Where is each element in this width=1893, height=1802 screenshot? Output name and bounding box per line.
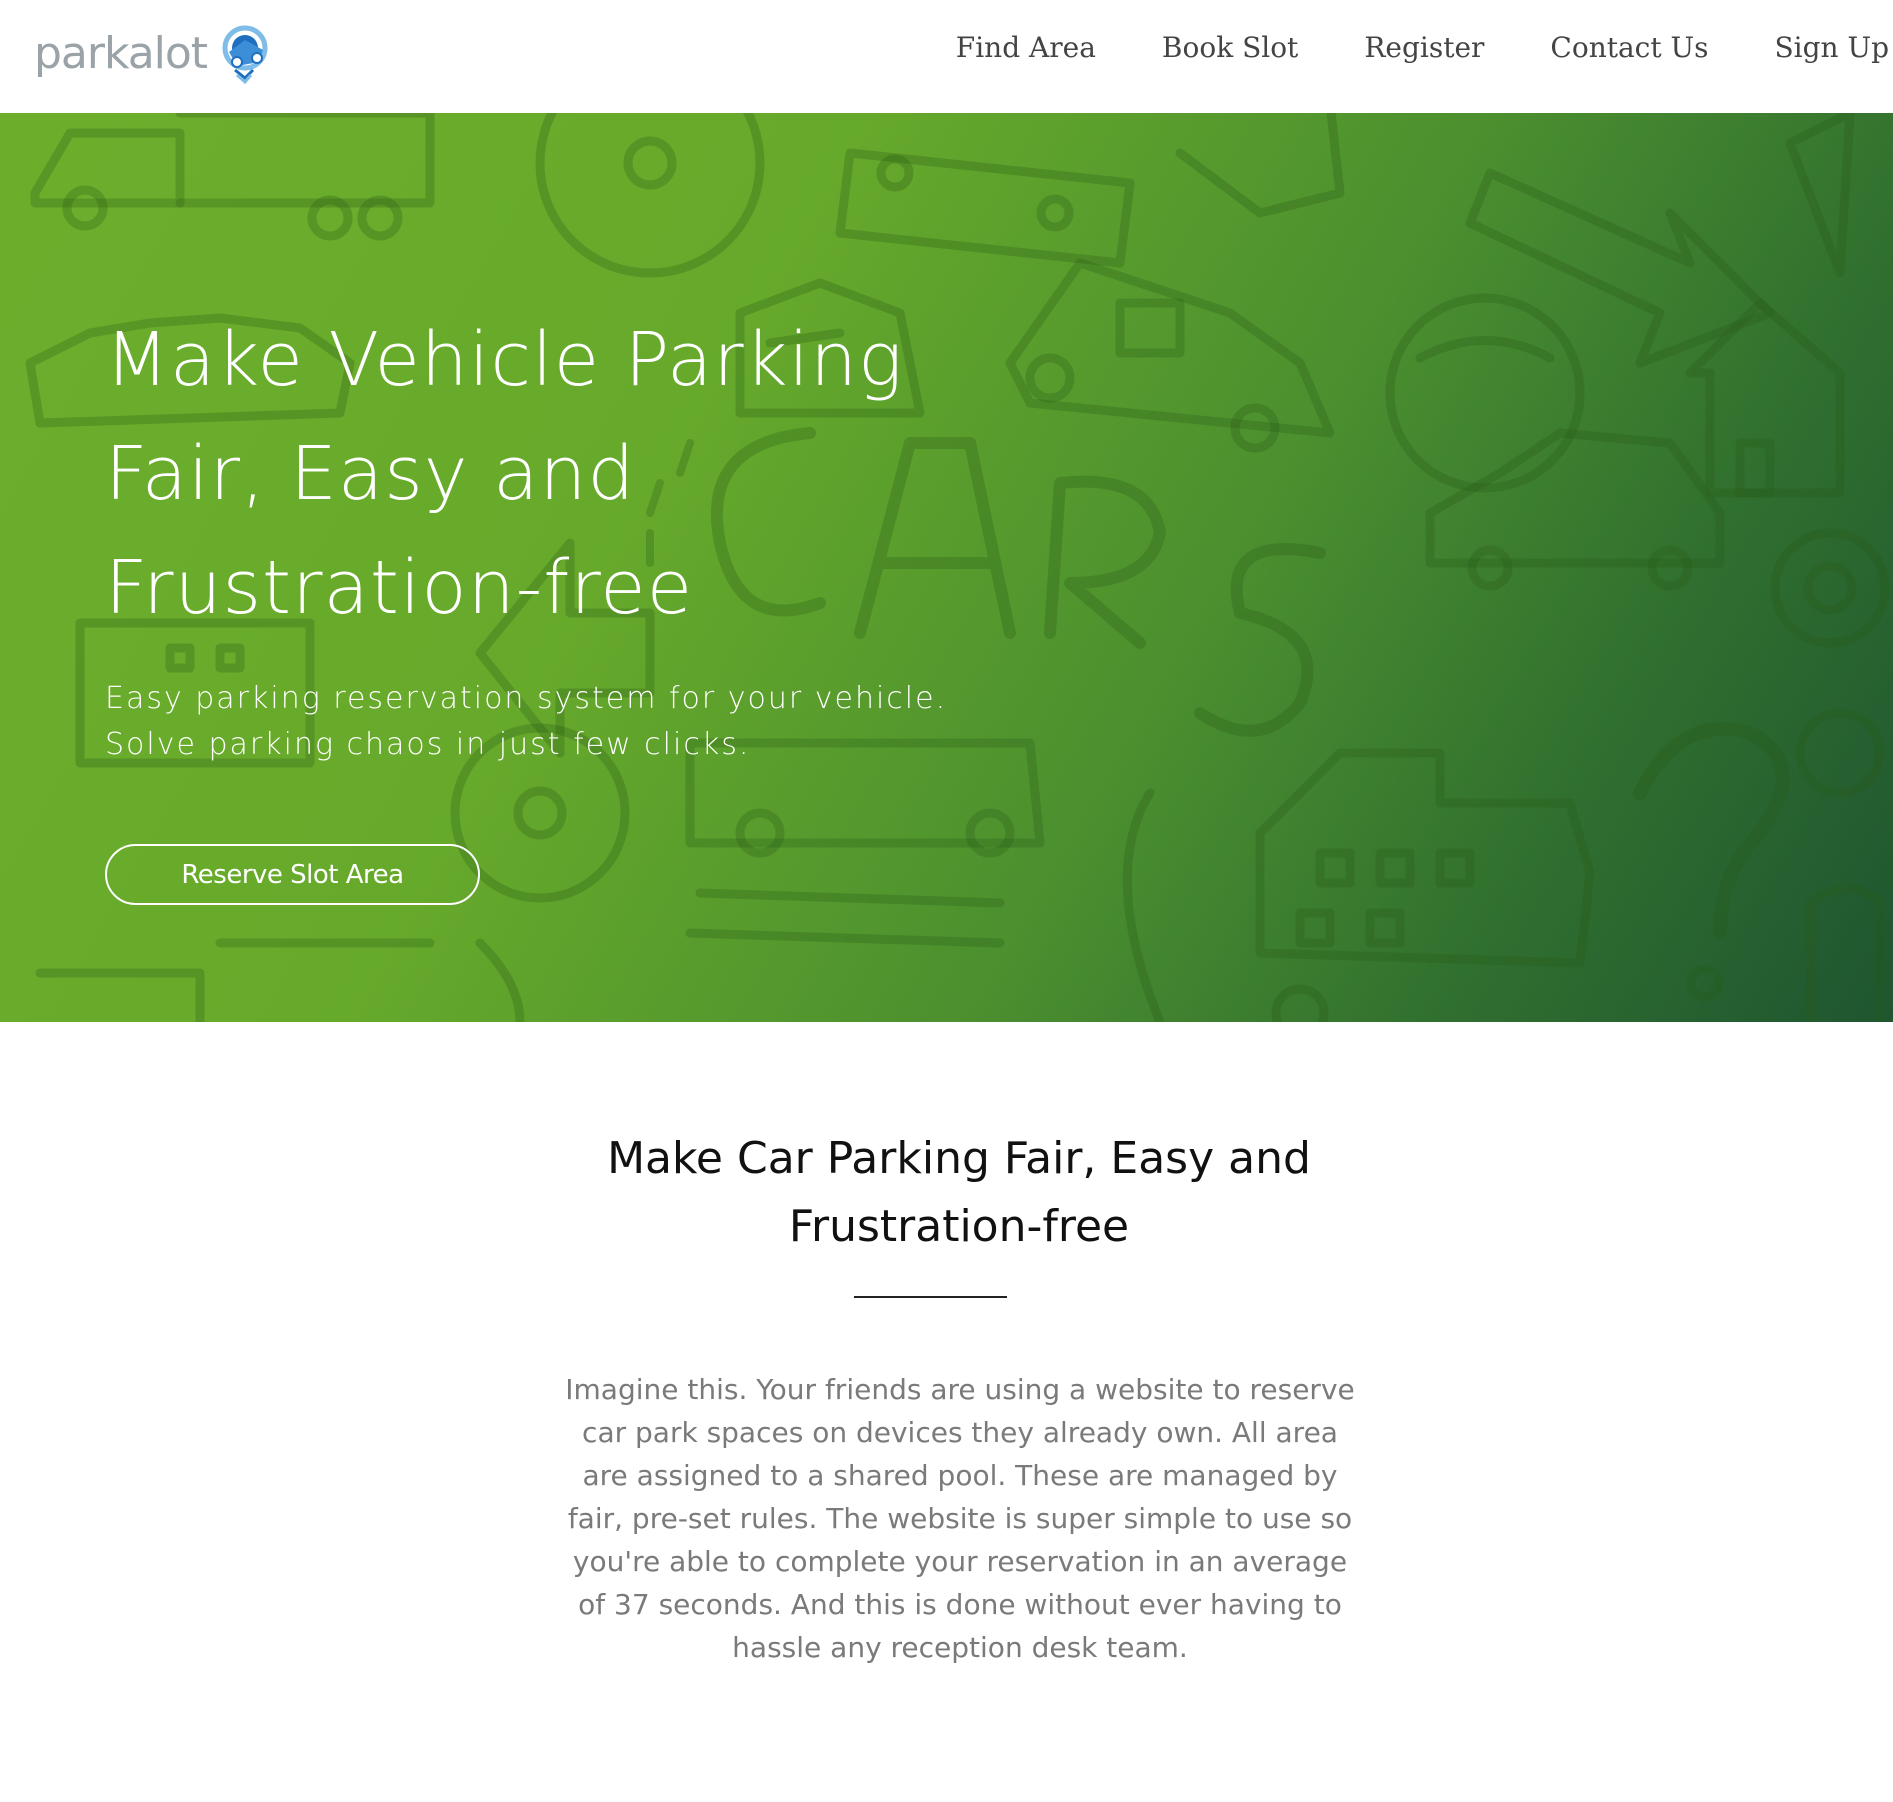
nav-sign-up[interactable]: Sign Up — [1774, 24, 1889, 72]
brand-logo-link[interactable]: parkalot — [34, 18, 277, 88]
top-navbar: parkalot Find Area Book Slot Register Co… — [0, 0, 1893, 113]
hero-title: Make Vehicle Parking Fair, Easy and Frus… — [105, 303, 1005, 645]
hero-title-line: Fair, Easy and — [105, 431, 636, 517]
reserve-slot-area-button[interactable]: Reserve Slot Area — [105, 844, 480, 905]
nav-find-area[interactable]: Find Area — [956, 24, 1096, 72]
about-body-text: Imagine this. Your friends are using a w… — [565, 1373, 1355, 1664]
hero-banner: Make Vehicle Parking Fair, Easy and Frus… — [0, 113, 1893, 1022]
hero-title-line: Frustration-free — [105, 545, 694, 631]
hero-title-line: Make Vehicle Parking — [105, 317, 904, 403]
about-section: Make Car Parking Fair, Easy and Frustrat… — [0, 1022, 1893, 1802]
nav-contact-us[interactable]: Contact Us — [1550, 24, 1708, 72]
about-title: Make Car Parking Fair, Easy and Frustrat… — [607, 1133, 1311, 1252]
nav-book-slot[interactable]: Book Slot — [1162, 24, 1298, 72]
title-divider — [854, 1296, 1007, 1298]
hero-subtitle: Easy parking reservation system for your… — [105, 681, 948, 762]
main-nav: Find Area Book Slot Register Contact Us … — [890, 24, 1893, 72]
brand-name: parkalot — [34, 27, 208, 79]
car-keys-icon — [222, 25, 268, 84]
nav-register[interactable]: Register — [1364, 24, 1484, 72]
